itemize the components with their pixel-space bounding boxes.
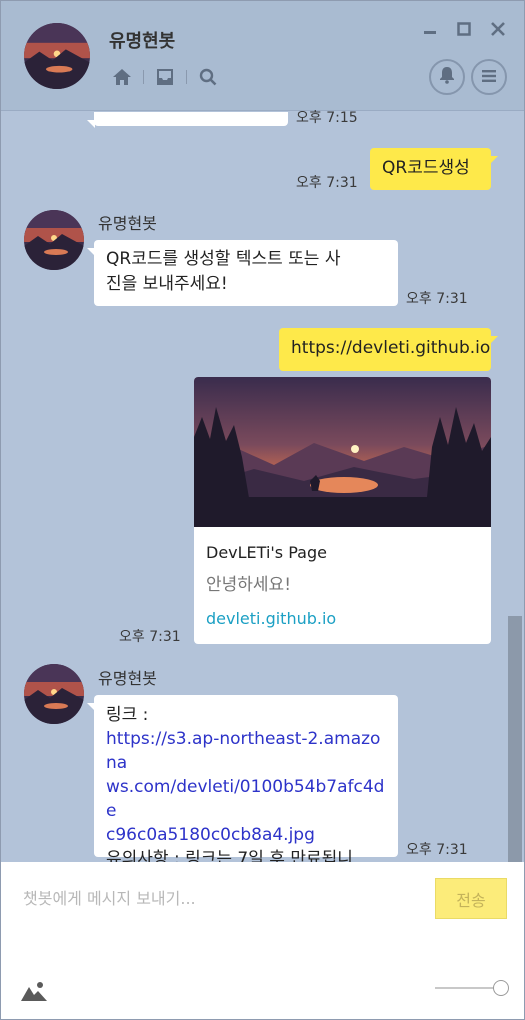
link-preview-title: DevLETi's Page (206, 543, 327, 562)
header-nav (111, 65, 219, 89)
sender-name: 유명현봇 (98, 214, 157, 233)
message-time: 오후 7:31 (296, 175, 358, 191)
chat-header: 유명현봇 (1, 1, 524, 111)
outgoing-message-bubble: QR코드생성 (370, 148, 498, 190)
bot-avatar[interactable] (24, 664, 84, 724)
message-link[interactable]: https://s3.ap-northeast-2.amazona ws.com… (106, 727, 390, 847)
menu-icon (481, 68, 497, 87)
message-input[interactable] (23, 884, 413, 912)
message-text: QR코드생성 (382, 158, 470, 178)
outgoing-message-bubble: https://devleti.github.io (279, 328, 498, 371)
inbox-icon[interactable] (154, 66, 176, 88)
message-text-line: 진을 보내주세요! (106, 274, 228, 294)
link-preview-description: 안녕하세요! (206, 575, 292, 595)
message-label: 링크 : (106, 705, 149, 725)
message-text-line: QR코드를 생성할 텍스트 또는 사 (106, 249, 341, 269)
bell-icon (439, 66, 455, 88)
link-line: ws.com/devleti/0100b54b7afc4de (106, 777, 385, 821)
image-upload-icon[interactable] (20, 979, 48, 1003)
slider-track (435, 987, 495, 989)
link-line: https://s3.ap-northeast-2.amazona (106, 729, 381, 773)
notification-button[interactable] (429, 59, 465, 95)
link-preview-image (194, 377, 491, 527)
maximize-icon[interactable] (454, 19, 474, 39)
bot-name: 유명현봇 (109, 31, 176, 52)
bot-avatar[interactable] (24, 23, 90, 89)
send-button[interactable]: 전송 (435, 878, 507, 919)
chat-window: 유명현봇 오후 7:15 오후 7:31 QR코드생성 유명현봇 QR코드를 생… (0, 0, 525, 1020)
message-time: 오후 7:31 (119, 629, 181, 645)
opacity-slider[interactable] (435, 980, 509, 996)
partial-message-bubble (87, 112, 288, 128)
link-line: c96c0a5180c0cb8a4.jpg (106, 825, 315, 845)
slider-thumb[interactable] (493, 980, 509, 996)
incoming-message-bubble: 링크 : https://s3.ap-northeast-2.amazona w… (87, 695, 398, 893)
message-time: 오후 7:31 (406, 842, 468, 858)
home-icon[interactable] (111, 66, 133, 88)
minimize-icon[interactable] (420, 19, 440, 39)
bot-avatar[interactable] (24, 210, 84, 270)
window-controls (420, 19, 508, 39)
message-composer: 전송 (1, 862, 524, 1019)
message-time: 오후 7:15 (296, 110, 358, 126)
sender-name: 유명현봇 (98, 669, 157, 688)
message-text: https://devleti.github.io (291, 338, 491, 358)
divider (143, 70, 144, 84)
scrollbar-thumb[interactable] (508, 616, 522, 862)
link-preview-domain[interactable]: devleti.github.io (206, 609, 336, 628)
incoming-message-bubble: QR코드를 생성할 텍스트 또는 사 진을 보내주세요! (87, 240, 398, 306)
close-icon[interactable] (488, 19, 508, 39)
divider (186, 70, 187, 84)
search-icon[interactable] (197, 66, 219, 88)
message-time: 오후 7:31 (406, 291, 468, 307)
menu-button[interactable] (471, 59, 507, 95)
link-preview-card[interactable]: DevLETi's Page 안녕하세요! devleti.github.io (194, 377, 491, 644)
